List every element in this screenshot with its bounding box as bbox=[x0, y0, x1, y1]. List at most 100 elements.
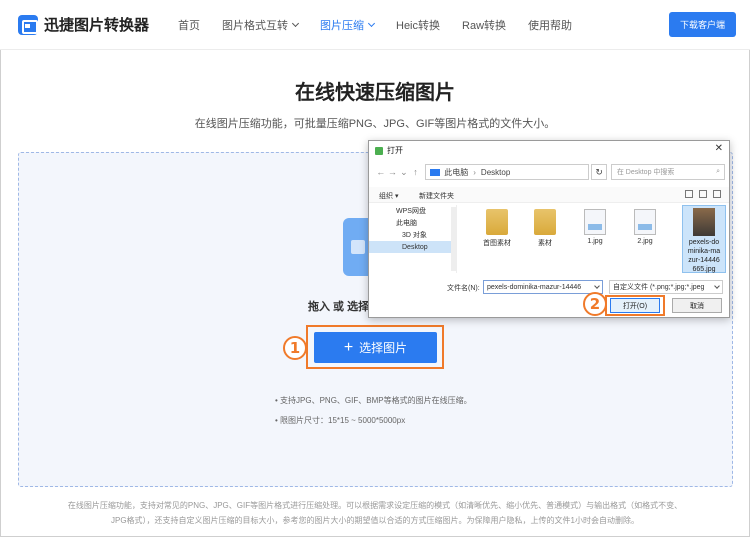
file-item-selected[interactable]: pexels-do minika-ma zur-14446 665.jpg bbox=[682, 205, 726, 273]
chevron-down-icon bbox=[367, 19, 376, 28]
nav-raw-label: Raw转换 bbox=[462, 20, 507, 32]
note-formats: • 支持JPG、PNG、GIF、BMP等格式的图片在线压缩。 bbox=[275, 396, 472, 405]
file-name-line: pexels-do bbox=[688, 239, 720, 246]
select-image-label: 选择图片 bbox=[359, 341, 408, 355]
file-name: 首图素材 bbox=[483, 240, 511, 247]
note-size: • 限图片尺寸：15*15 ~ 5000*5000px bbox=[275, 416, 406, 425]
file-name-line: 665.jpg bbox=[692, 266, 716, 273]
chevron-down-icon bbox=[291, 19, 300, 28]
address-row: ← → ⌄ ↑ 此电脑 › Desktop ↻ 在 Desktop 中搜索 ⌕ bbox=[375, 163, 725, 181]
filetype-value: 自定义文件 (*.png;*.jpg;*.jpeg bbox=[613, 284, 705, 291]
page-title: 在线快速压缩图片 bbox=[295, 82, 455, 104]
file-item[interactable]: 素材 bbox=[525, 205, 565, 248]
nav-format-convert[interactable]: 图片格式互转 bbox=[222, 17, 300, 33]
dialog-toolbar: 组织 ▾ 新建文件夹 bbox=[369, 187, 729, 203]
image-file-icon bbox=[634, 209, 656, 235]
logo[interactable]: 迅捷图片转换器 bbox=[18, 14, 149, 35]
nav-pane-item[interactable]: 3D 对象 bbox=[369, 229, 456, 241]
open-file-dialog: 打开 ✕ ← → ⌄ ↑ 此电脑 › Desktop ↻ 在 Desktop 中… bbox=[368, 140, 730, 318]
file-item[interactable]: 1.jpg bbox=[575, 205, 615, 245]
nav-pane-label: WPS网盘 bbox=[396, 208, 426, 215]
nav-pane-label: 此电脑 bbox=[396, 220, 417, 227]
cube-icon bbox=[389, 232, 398, 239]
forward-arrow-icon[interactable]: → bbox=[387, 167, 399, 177]
close-icon[interactable]: ✕ bbox=[715, 143, 723, 154]
nav-home-label: 首页 bbox=[178, 20, 200, 32]
open-button[interactable]: 打开(O) bbox=[610, 298, 660, 313]
nav-image-compress[interactable]: 图片压缩 bbox=[320, 17, 376, 33]
search-placeholder: 在 Desktop 中搜索 bbox=[616, 169, 675, 176]
dialog-title-bar: 打开 bbox=[375, 145, 403, 156]
select-image-button[interactable]: + 选择图片 bbox=[314, 332, 437, 363]
top-header: 迅捷图片转换器 首页 图片格式互转 图片压缩 Heic转换 Raw转换 使用帮助… bbox=[0, 0, 750, 50]
up-arrow-icon[interactable]: ↑ bbox=[410, 167, 422, 177]
file-name: 2.jpg bbox=[637, 238, 653, 245]
footer-line-2: JPG格式），还支持自定义图片压缩的目标大小，参考您的图片大小的期望值以合适的方… bbox=[110, 516, 639, 525]
file-item[interactable]: 首图素材 bbox=[477, 205, 517, 248]
folder-icon bbox=[534, 209, 556, 235]
page-subtitle: 在线图片压缩功能，可批量压缩PNG、JPG、GIF等图片格式的文件大小。 bbox=[194, 118, 556, 130]
nav-image-compress-label: 图片压缩 bbox=[320, 20, 364, 32]
filename-label: 文件名(N): bbox=[447, 285, 480, 292]
cloud-icon bbox=[383, 208, 392, 215]
nav-raw[interactable]: Raw转换 bbox=[462, 17, 506, 33]
file-item[interactable]: 2.jpg bbox=[625, 205, 665, 245]
nav-pane-item[interactable]: 此电脑 bbox=[369, 217, 456, 229]
file-list: 首图素材 素材 1.jpg 2.jpg pexels-do minika-ma … bbox=[463, 205, 727, 273]
help-icon[interactable] bbox=[713, 190, 721, 198]
chevron-down-icon bbox=[714, 283, 720, 289]
nav-help[interactable]: 使用帮助 bbox=[528, 17, 572, 33]
file-name-line: minika-ma bbox=[687, 248, 721, 255]
step-2-badge: 2 bbox=[583, 292, 607, 316]
footer-description: 在线图片压缩功能，支持对常见的PNG、JPG、GIF等图片格式进行压缩处理。可以… bbox=[30, 498, 720, 528]
view-controls bbox=[685, 190, 721, 198]
computer-icon bbox=[383, 220, 392, 227]
nav-pane-scrollbar[interactable] bbox=[451, 207, 456, 271]
filename-row: 文件名(N): pexels-dominika-mazur-14446 自定义文… bbox=[369, 279, 729, 295]
drag-hint: 拖入 或 选择 bbox=[308, 301, 370, 313]
back-arrow-icon[interactable]: ← bbox=[375, 167, 387, 177]
cancel-button[interactable]: 取消 bbox=[672, 298, 722, 313]
dialog-nav-pane: WPS网盘 此电脑 3D 对象 Desktop bbox=[369, 205, 457, 273]
computer-icon bbox=[430, 168, 441, 176]
view-mode-icon[interactable] bbox=[685, 190, 693, 198]
main-nav: 首页 图片格式互转 图片压缩 Heic转换 Raw转换 使用帮助 bbox=[178, 17, 594, 33]
photo-thumbnail bbox=[693, 208, 715, 236]
address-bar[interactable]: 此电脑 › Desktop bbox=[425, 164, 590, 180]
breadcrumb-desktop[interactable]: Desktop bbox=[481, 168, 510, 177]
logo-text: 迅捷图片转换器 bbox=[44, 17, 150, 34]
image-file-icon bbox=[584, 209, 606, 235]
nav-heic[interactable]: Heic转换 bbox=[396, 17, 440, 33]
organize-menu[interactable]: 组织 ▾ bbox=[379, 191, 398, 201]
plus-icon: + bbox=[343, 338, 354, 356]
chevron-down-icon bbox=[594, 283, 600, 289]
file-name: 1.jpg bbox=[587, 238, 603, 245]
filename-value: pexels-dominika-mazur-14446 bbox=[487, 283, 582, 291]
footer-line-1: 在线图片压缩功能，支持对常见的PNG、JPG、GIF等图片格式进行压缩处理。可以… bbox=[67, 501, 683, 510]
chevron-down-icon[interactable]: ⌄ bbox=[398, 167, 410, 178]
download-client-button[interactable]: 下载客户端 bbox=[669, 12, 736, 37]
dialog-search-input[interactable]: 在 Desktop 中搜索 ⌕ bbox=[610, 164, 725, 180]
desktop-icon bbox=[389, 244, 398, 251]
nav-pane-label: 3D 对象 bbox=[402, 232, 427, 239]
nav-pane-item-selected[interactable]: Desktop bbox=[369, 241, 456, 253]
file-name: 素材 bbox=[538, 240, 552, 247]
filename-input[interactable]: pexels-dominika-mazur-14446 bbox=[483, 280, 603, 294]
preview-pane-icon[interactable] bbox=[699, 190, 707, 198]
nav-pane-label: Desktop bbox=[402, 243, 428, 251]
dialog-app-icon bbox=[375, 146, 383, 155]
refresh-icon[interactable]: ↻ bbox=[591, 164, 607, 180]
filetype-select[interactable]: 自定义文件 (*.png;*.jpg;*.jpeg bbox=[609, 280, 723, 294]
breadcrumb-pc[interactable]: 此电脑 bbox=[444, 167, 468, 178]
nav-pane-item[interactable]: WPS网盘 bbox=[369, 205, 456, 217]
nav-help-label: 使用帮助 bbox=[528, 20, 573, 32]
file-name-line: zur-14446 bbox=[688, 257, 720, 264]
nav-home[interactable]: 首页 bbox=[178, 17, 200, 33]
dialog-title: 打开 bbox=[387, 146, 403, 155]
new-folder-button[interactable]: 新建文件夹 bbox=[419, 191, 454, 201]
breadcrumb-separator-icon: › bbox=[473, 167, 476, 177]
nav-heic-label: Heic转换 bbox=[396, 20, 441, 32]
folder-icon bbox=[486, 209, 508, 235]
search-icon: ⌕ bbox=[716, 168, 720, 175]
step-1-badge: 1 bbox=[283, 336, 307, 360]
